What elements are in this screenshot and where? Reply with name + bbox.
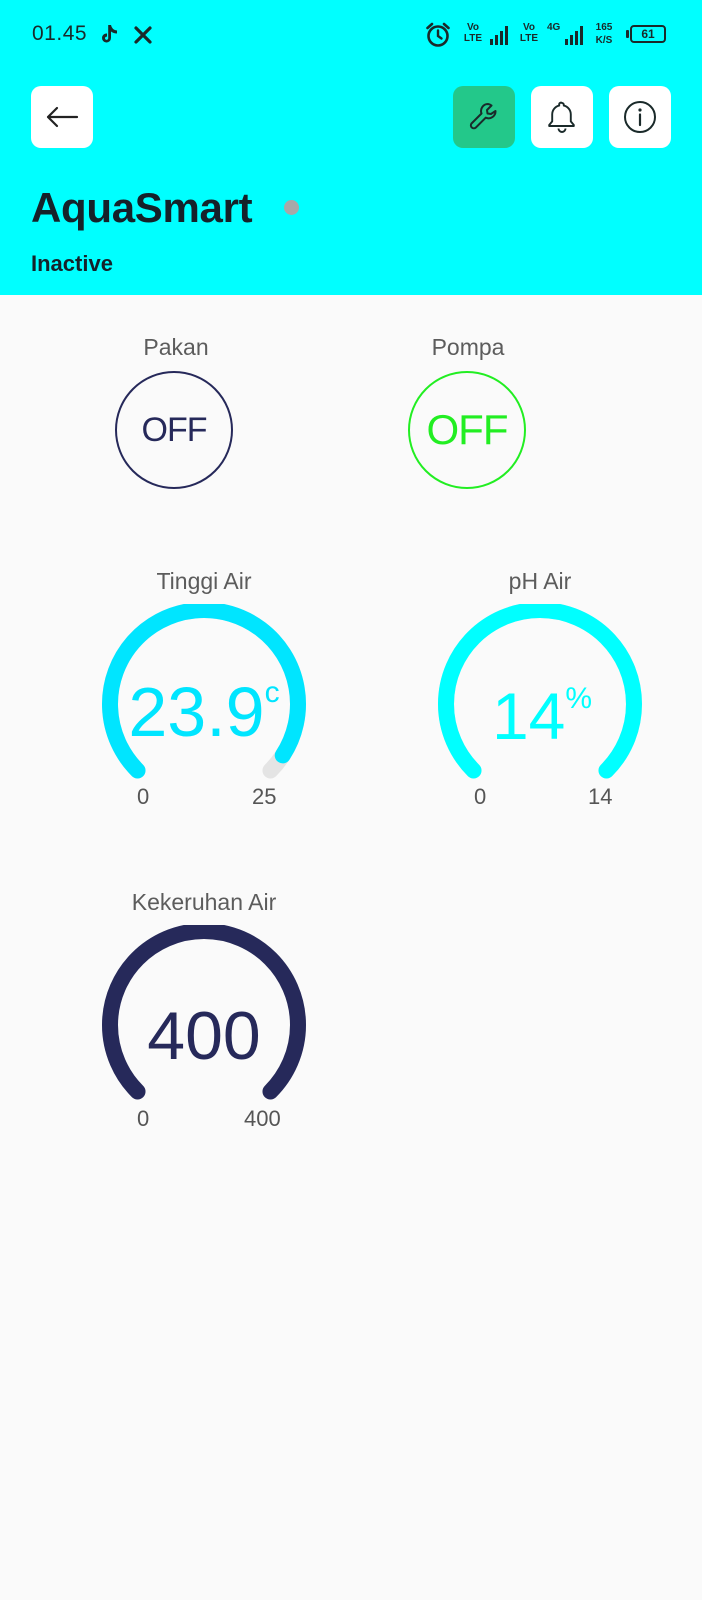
kekeruhan-air-value: 400 xyxy=(94,997,314,1075)
gauge-label-tinggi-air: Tinggi Air xyxy=(156,568,252,594)
ph-air-value-number: 14 xyxy=(491,679,566,753)
kekeruhan-air-min: 0 xyxy=(137,1106,150,1131)
arrow-left-icon xyxy=(46,106,79,128)
pakan-switch[interactable]: OFF xyxy=(115,371,233,489)
battery-indicator: 61 xyxy=(630,25,666,43)
x-app-icon xyxy=(134,26,152,44)
battery-tip xyxy=(626,30,629,38)
network-speed-unit: K/S xyxy=(595,35,613,46)
ph-air-unit: % xyxy=(565,682,593,715)
alarm-icon xyxy=(426,22,450,47)
app-header: 01.45 Vo LTE Vo LTE 4G 165 K/S 61 AquaSm… xyxy=(0,0,702,295)
pompa-switch-state: OFF xyxy=(426,406,509,453)
notifications-button[interactable] xyxy=(531,86,593,148)
status-time: 01.45 xyxy=(32,22,88,45)
bell-icon xyxy=(548,101,575,133)
tinggi-air-max: 25 xyxy=(252,784,277,809)
tinggi-air-value: 23.9c xyxy=(94,672,314,752)
status-dot xyxy=(284,200,299,215)
volte-2-label: Vo LTE xyxy=(519,22,539,44)
pakan-switch-state: OFF xyxy=(141,410,208,449)
ph-air-value: 14% xyxy=(432,678,652,754)
kekeruhan-air-max: 400 xyxy=(244,1106,281,1131)
ph-air-min: 0 xyxy=(474,784,487,809)
settings-button[interactable] xyxy=(453,86,515,148)
back-button[interactable] xyxy=(31,86,93,148)
info-button[interactable] xyxy=(609,86,671,148)
signal-icon xyxy=(490,26,508,45)
network-type-label: 4G xyxy=(547,22,561,33)
kekeruhan-air-value-number: 400 xyxy=(147,998,261,1074)
gauge-label-kekeruhan-air: Kekeruhan Air xyxy=(131,889,277,915)
switch-label-pompa: Pompa xyxy=(431,334,505,360)
network-speed-value: 165 xyxy=(595,22,613,33)
tinggi-air-min: 0 xyxy=(137,784,150,809)
info-icon xyxy=(624,101,656,133)
gauge-label-ph-air: pH Air xyxy=(508,568,572,594)
volte-1-label: Vo LTE xyxy=(463,22,483,44)
ph-air-max: 14 xyxy=(588,784,613,809)
switch-label-pakan: Pakan xyxy=(143,334,209,360)
signal-icon-2 xyxy=(565,26,583,45)
pompa-switch[interactable]: OFF xyxy=(408,371,526,489)
battery-level: 61 xyxy=(641,27,655,41)
device-status: Inactive xyxy=(31,251,113,276)
tinggi-air-value-number: 23.9 xyxy=(128,673,265,751)
tiktok-icon xyxy=(102,25,117,43)
tinggi-air-unit: c xyxy=(264,676,280,709)
wrench-icon xyxy=(469,103,497,130)
device-title: AquaSmart xyxy=(31,184,253,231)
network-speed: 165 K/S xyxy=(592,21,616,47)
